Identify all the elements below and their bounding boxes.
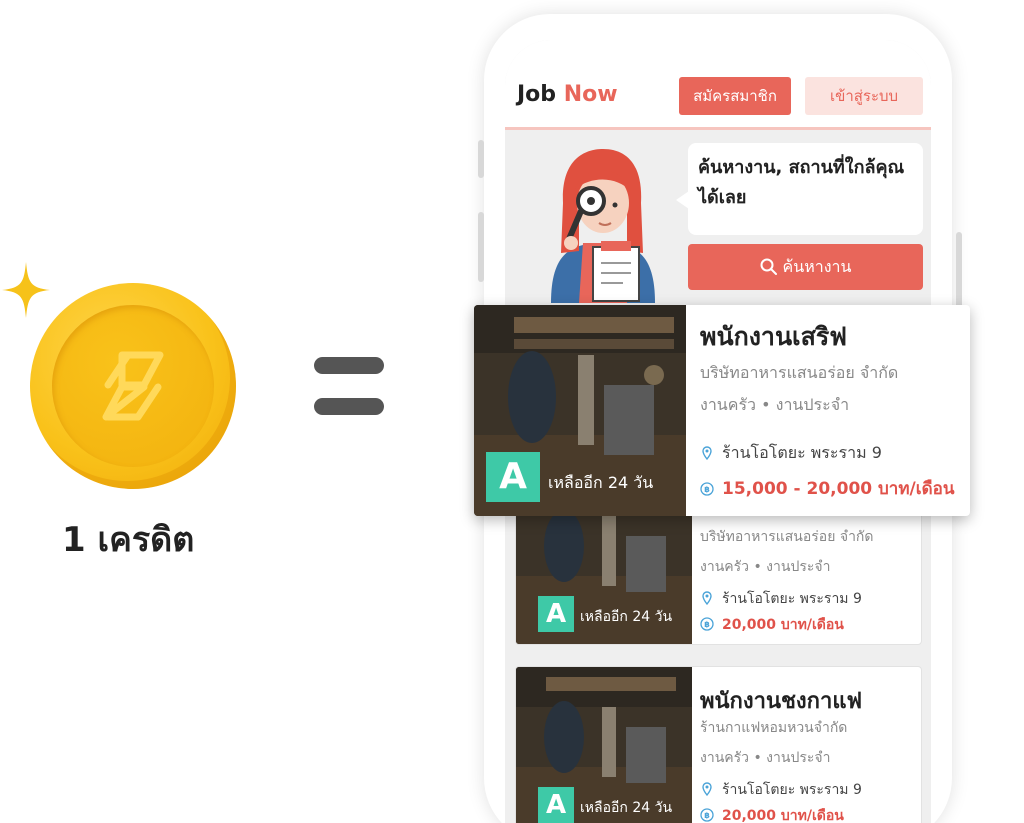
svg-text:฿: ฿ xyxy=(704,485,710,494)
location-pin-icon xyxy=(702,446,712,460)
job-title: พนักงานเสริฟ xyxy=(700,322,847,351)
search-jobs-button[interactable]: ค้นหางาน xyxy=(688,244,923,290)
location-pin-icon xyxy=(702,782,712,796)
brand-part2: Now xyxy=(563,82,618,107)
job-salary: ฿ 20,000 บาท/เดือน xyxy=(700,614,844,636)
company-name: บริษัทอาหารแสนอร่อย จำกัด xyxy=(700,529,874,545)
job-location: ร้านโอโตยะ พระราม 9 xyxy=(700,441,882,466)
credit-label: 1 เครดิต xyxy=(62,520,195,560)
days-left: เหลืออีก 24 วัน xyxy=(548,473,654,492)
job-details: พนักงานเสริฟ บริษัทอาหารแสนอร่อย จำกัด ง… xyxy=(700,305,962,516)
company-name: ร้านกาแฟหอมหวนจำกัด xyxy=(700,720,848,736)
money-icon: ฿ xyxy=(700,482,714,496)
coin-logo-icon xyxy=(102,351,164,421)
featured-job-card[interactable]: A เหลืออีก 24 วัน พนักงานเสริฟ บริษัทอาห… xyxy=(474,305,970,516)
search-button-label: ค้นหางาน xyxy=(782,257,852,276)
hero-section: ค้นหางาน, สถานที่ใกล้คุณ ได้เลย ค้นหางาน xyxy=(505,133,931,303)
svg-text:฿: ฿ xyxy=(704,620,710,629)
job-type: งานครัว • งานประจำ xyxy=(700,395,850,414)
register-button[interactable]: สมัครสมาชิก xyxy=(679,77,791,115)
days-left: เหลืออีก 24 วัน xyxy=(580,800,673,816)
brand-part1: Job xyxy=(517,82,557,107)
phone-side-button xyxy=(478,212,484,282)
company-name: บริษัทอาหารแสนอร่อย จำกัด xyxy=(700,363,899,382)
days-left: เหลืออีก 24 วัน xyxy=(580,609,673,625)
job-details: พนักงานชงกาแฟ ร้านกาแฟหอมหวนจำกัด งานครั… xyxy=(700,667,920,823)
grade-badge: A xyxy=(538,787,574,823)
money-icon: ฿ xyxy=(700,617,714,631)
grade-badge: A xyxy=(538,596,574,632)
hero-text-line2: ได้เลย xyxy=(698,187,747,208)
job-location: ร้านโอโตยะ พระราม 9 xyxy=(700,779,862,801)
girl-with-magnifier-illustration xyxy=(551,149,655,303)
job-salary: ฿ 15,000 - 20,000 บาท/เดือน xyxy=(700,475,954,502)
hero-speech-bubble: ค้นหางาน, สถานที่ใกล้คุณ ได้เลย xyxy=(688,143,923,235)
svg-text:฿: ฿ xyxy=(704,811,710,820)
job-type: งานครัว • งานประจำ xyxy=(700,750,831,766)
money-icon: ฿ xyxy=(700,808,714,822)
job-type: งานครัว • งานประจำ xyxy=(700,559,831,575)
search-icon xyxy=(760,258,777,275)
equals-sign xyxy=(314,357,384,415)
job-title: พนักงานชงกาแฟ xyxy=(700,689,863,714)
job-salary: ฿ 20,000 บาท/เดือน xyxy=(700,805,844,823)
hero-text-line1: ค้นหางาน, สถานที่ใกล้คุณ xyxy=(698,157,905,178)
job-location: ร้านโอโตยะ พระราม 9 xyxy=(700,588,862,610)
login-button[interactable]: เข้าสู่ระบบ xyxy=(805,77,923,115)
grade-badge: A xyxy=(486,452,540,502)
location-pin-icon xyxy=(702,591,712,605)
app-bar: Job Now สมัครสมาชิก เข้าสู่ระบบ xyxy=(505,40,931,130)
phone-side-button xyxy=(478,140,484,178)
job-card[interactable]: A เหลืออีก 24 วัน พนักงานชงกาแฟ ร้านกาแฟ… xyxy=(515,666,922,823)
credit-coin xyxy=(30,283,236,489)
sparkle-icon xyxy=(2,262,50,318)
brand-logo[interactable]: Job Now xyxy=(517,82,618,107)
